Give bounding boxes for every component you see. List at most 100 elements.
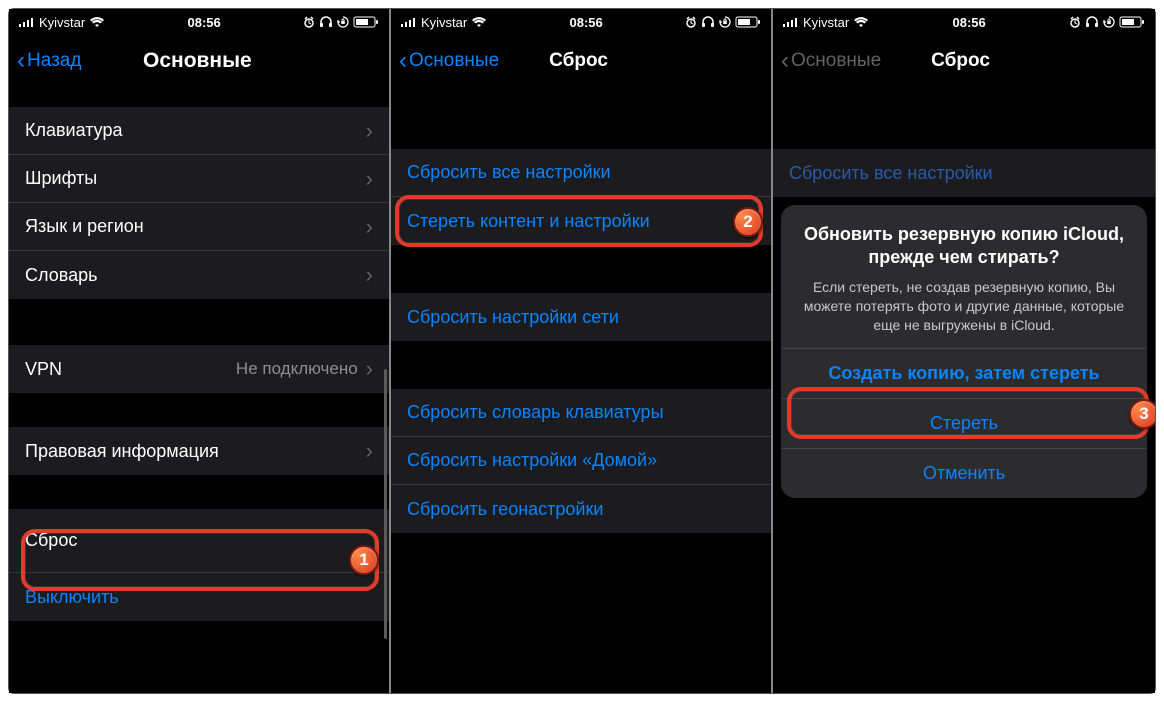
section-vpn: VPN Не подключено › (9, 345, 389, 393)
nav-bar: ‹ Основные Сброс (773, 35, 1155, 87)
chevron-left-icon: ‹ (399, 49, 407, 73)
sheet-button-cancel[interactable]: Отменить (781, 448, 1147, 498)
row-label: Правовая информация (25, 441, 366, 462)
orientation-lock-icon (719, 16, 731, 28)
nav-bar: ‹ Основные Сброс (391, 35, 771, 87)
row-label: Язык и регион (25, 216, 366, 237)
row-reset-network[interactable]: Сбросить настройки сети (391, 293, 771, 341)
back-label: Основные (791, 50, 881, 72)
alarm-icon (303, 16, 315, 28)
wifi-icon (853, 16, 869, 28)
row-label: Сбросить все настройки (407, 162, 755, 183)
wifi-icon (471, 16, 487, 28)
battery-icon (735, 16, 761, 28)
page-title: Сброс (499, 50, 763, 72)
row-label: Сброс (25, 530, 373, 551)
row-label: VPN (25, 359, 236, 380)
badge-1: 1 (349, 545, 379, 575)
sheet-button-label: Отменить (923, 463, 1005, 484)
row-label: Сбросить настройки сети (407, 307, 755, 328)
sheet-button-erase[interactable]: Стереть (781, 398, 1147, 448)
row-dictionary[interactable]: Словарь › (9, 251, 389, 299)
sheet-title: Обновить резервную копию iCloud, прежде … (801, 223, 1127, 270)
sheet-button-label: Стереть (930, 413, 998, 434)
row-label: Стереть контент и настройки (407, 211, 755, 232)
screen-reset: Kyivstar 08:56 ‹ Основные Сброс Сбросить… (391, 9, 773, 693)
headphones-icon (319, 16, 333, 28)
headphones-icon (1085, 16, 1099, 28)
alarm-icon (1069, 16, 1081, 28)
row-vpn[interactable]: VPN Не подключено › (9, 345, 389, 393)
chevron-right-icon: › (366, 166, 373, 192)
section-reset-other: Сбросить словарь клавиатуры Сбросить нас… (391, 389, 771, 533)
back-button[interactable]: ‹ Назад (17, 49, 81, 73)
row-language-region[interactable]: Язык и регион › (9, 203, 389, 251)
headphones-icon (701, 16, 715, 28)
chevron-left-icon: ‹ (781, 49, 789, 73)
chevron-left-icon: ‹ (17, 49, 25, 73)
section-legal: Правовая информация › (9, 427, 389, 475)
scroll-indicator (384, 369, 387, 639)
carrier-label: Kyivstar (803, 15, 849, 30)
row-erase-all-content[interactable]: Стереть контент и настройки (391, 197, 771, 245)
row-shutdown[interactable]: Выключить (9, 573, 389, 621)
carrier-label: Kyivstar (39, 15, 85, 30)
back-label: Основные (409, 50, 499, 72)
sheet-header: Обновить резервную копию iCloud, прежде … (781, 205, 1147, 348)
row-fonts[interactable]: Шрифты › (9, 155, 389, 203)
wifi-icon (89, 16, 105, 28)
back-button[interactable]: ‹ Основные (399, 49, 499, 73)
screen-general-settings: Kyivstar 08:56 ‹ Назад Основные Клавиату… (9, 9, 391, 693)
battery-icon (353, 16, 379, 28)
action-sheet: Обновить резервную копию iCloud, прежде … (781, 205, 1147, 498)
carrier-label: Kyivstar (421, 15, 467, 30)
badge-2: 2 (733, 207, 763, 237)
section-input: Клавиатура › Шрифты › Язык и регион › Сл… (9, 107, 389, 299)
row-reset-all-settings[interactable]: Сбросить все настройки (391, 149, 771, 197)
row-reset[interactable]: Сброс (9, 509, 389, 573)
row-label: Сбросить настройки «Домой» (407, 450, 755, 471)
battery-icon (1119, 16, 1145, 28)
page-title: Сброс (881, 50, 1147, 72)
alarm-icon (685, 16, 697, 28)
row-keyboard[interactable]: Клавиатура › (9, 107, 389, 155)
status-bar: Kyivstar 08:56 (773, 9, 1155, 35)
action-sheet-backdrop: Обновить резервную копию iCloud, прежде … (773, 87, 1155, 693)
sheet-button-backup-then-erase[interactable]: Создать копию, затем стереть (781, 348, 1147, 398)
sheet-button-label: Создать копию, затем стереть (828, 363, 1099, 384)
row-reset-keyboard-dict[interactable]: Сбросить словарь клавиатуры (391, 389, 771, 437)
row-label: Выключить (25, 587, 373, 608)
badge-3: 3 (1129, 399, 1155, 429)
row-value: Не подключено (236, 359, 358, 379)
row-reset-home[interactable]: Сбросить настройки «Домой» (391, 437, 771, 485)
clock-label: 08:56 (105, 15, 303, 30)
signal-icon (783, 17, 799, 27)
nav-bar: ‹ Назад Основные (9, 35, 389, 87)
section-reset: Сброс Выключить (9, 509, 389, 621)
sheet-message: Если стереть, не создав резервную копию,… (801, 278, 1127, 335)
section-reset-main: Сбросить все настройки Стереть контент и… (391, 149, 771, 245)
orientation-lock-icon (337, 16, 349, 28)
signal-icon (401, 17, 417, 27)
chevron-right-icon: › (366, 262, 373, 288)
row-legal[interactable]: Правовая информация › (9, 427, 389, 475)
row-label: Сбросить геонастройки (407, 499, 755, 520)
back-label: Назад (27, 50, 81, 72)
clock-label: 08:56 (487, 15, 685, 30)
clock-label: 08:56 (869, 15, 1069, 30)
chevron-right-icon: › (366, 214, 373, 240)
row-label: Клавиатура (25, 120, 366, 141)
back-button: ‹ Основные (781, 49, 881, 73)
screen-erase-confirm: Kyivstar 08:56 ‹ Основные Сброс Сбросить… (773, 9, 1155, 693)
signal-icon (19, 17, 35, 27)
row-reset-location[interactable]: Сбросить геонастройки (391, 485, 771, 533)
row-label: Шрифты (25, 168, 366, 189)
status-bar: Kyivstar 08:56 (9, 9, 389, 35)
status-bar: Kyivstar 08:56 (391, 9, 771, 35)
row-label: Сбросить словарь клавиатуры (407, 402, 755, 423)
row-label: Словарь (25, 265, 366, 286)
chevron-right-icon: › (366, 438, 373, 464)
chevron-right-icon: › (366, 118, 373, 144)
chevron-right-icon: › (366, 356, 373, 382)
orientation-lock-icon (1103, 16, 1115, 28)
